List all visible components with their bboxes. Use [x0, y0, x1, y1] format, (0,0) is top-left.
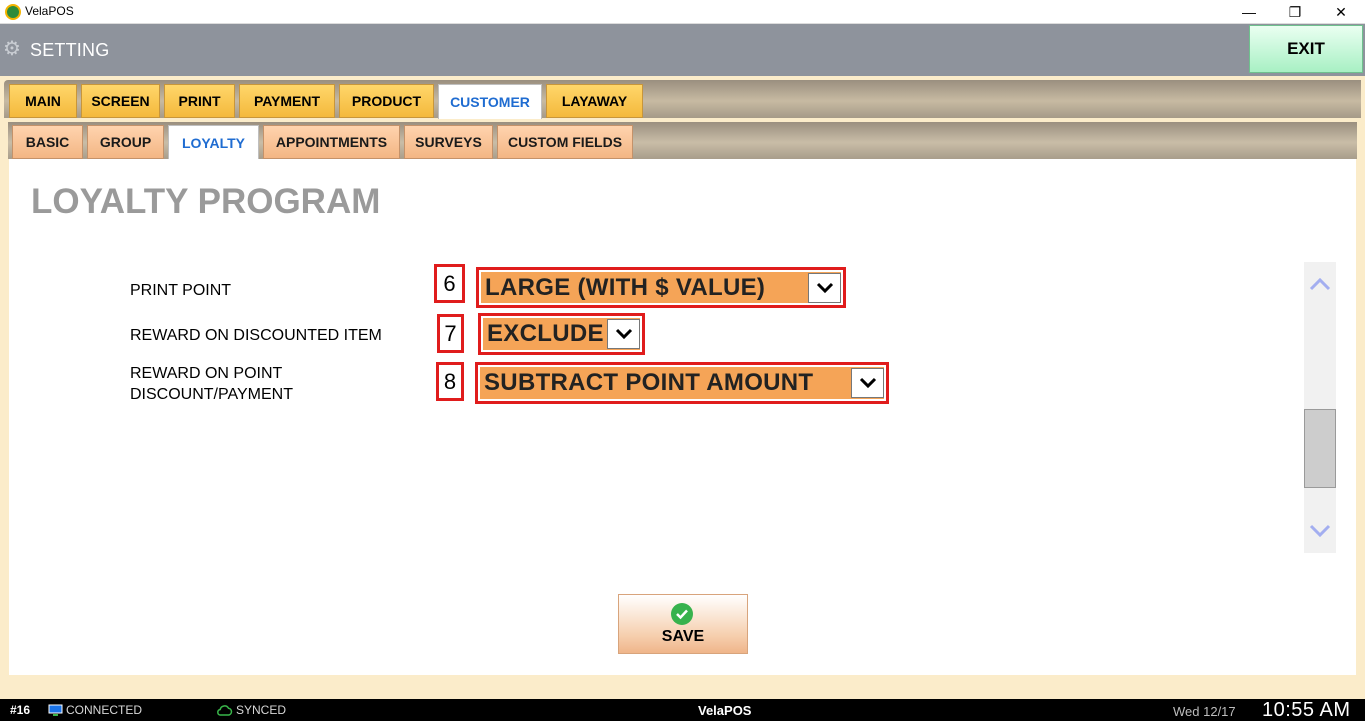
reward-discounted-highlight: EXCLUDE — [478, 313, 645, 355]
chevron-down-icon[interactable] — [851, 368, 884, 398]
minimize-button[interactable]: — — [1226, 0, 1272, 24]
reward-point-value: SUBTRACT POINT AMOUNT — [484, 369, 814, 396]
tab-surveys[interactable]: SURVEYS — [404, 125, 493, 159]
checkmark-icon — [671, 603, 693, 625]
station-number: #16 — [10, 703, 31, 717]
chevron-down-icon[interactable] — [808, 272, 841, 303]
close-button[interactable]: ✕ — [1318, 0, 1364, 24]
exit-button[interactable]: EXIT — [1249, 25, 1363, 73]
sync-status: SYNCED — [236, 703, 287, 717]
tab-group[interactable]: GROUP — [87, 125, 164, 159]
tab-layaway[interactable]: LAYAWAY — [546, 84, 643, 118]
scrollbar-track[interactable] — [1304, 262, 1336, 553]
tab-payment[interactable]: PAYMENT — [239, 84, 335, 118]
tab-screen[interactable]: SCREEN — [81, 84, 160, 118]
scroll-up-icon[interactable] — [1304, 268, 1336, 300]
save-button[interactable]: SAVE — [618, 594, 748, 654]
scrollbar-thumb[interactable] — [1304, 409, 1336, 488]
tab-product[interactable]: PRODUCT — [339, 84, 434, 118]
callout-marker-8: 8 — [436, 362, 464, 401]
reward-discounted-label: REWARD ON DISCOUNTED ITEM — [130, 327, 382, 344]
reward-point-label-line1: REWARD ON POINT — [130, 365, 283, 382]
print-point-dropdown[interactable]: LARGE (WITH $ VALUE) — [481, 272, 841, 303]
chevron-down-icon[interactable] — [607, 319, 640, 349]
tab-loyalty[interactable]: LOYALTY — [168, 125, 259, 159]
callout-marker-7: 7 — [437, 314, 464, 353]
reward-discounted-value: EXCLUDE — [487, 320, 604, 347]
header-title: SETTING — [30, 40, 110, 60]
callout-marker-6: 6 — [434, 264, 465, 303]
scroll-down-icon[interactable] — [1304, 515, 1336, 547]
reward-point-highlight: SUBTRACT POINT AMOUNT — [475, 362, 889, 404]
cloud-icon — [216, 699, 233, 721]
tab-main[interactable]: MAIN — [9, 84, 77, 118]
connection-status: CONNECTED — [66, 703, 143, 717]
status-date: Wed 12/17 — [1173, 704, 1236, 719]
tab-print[interactable]: PRINT — [164, 84, 235, 118]
monitor-icon — [48, 699, 63, 721]
brand-label: VelaPOS — [698, 702, 752, 718]
app-logo-icon — [5, 4, 21, 20]
reward-point-label-line2: DISCOUNT/PAYMENT — [130, 386, 293, 403]
tab-appointments[interactable]: APPOINTMENTS — [263, 125, 400, 159]
page-title: LOYALTY PROGRAM — [31, 182, 381, 221]
tab-basic[interactable]: BASIC — [12, 125, 83, 159]
reward-discounted-dropdown[interactable]: EXCLUDE — [483, 318, 640, 350]
print-point-highlight: LARGE (WITH $ VALUE) — [476, 267, 846, 308]
gear-icon: ⚙ — [3, 38, 21, 60]
window-title: VelaPOS — [25, 4, 74, 18]
status-time: 10:55 AM — [1262, 698, 1351, 721]
app-header — [0, 24, 1365, 76]
print-point-value: LARGE (WITH $ VALUE) — [485, 273, 766, 301]
status-bar: #16 CONNECTED SYNCED VelaPOS Wed 12/17 1… — [0, 699, 1365, 721]
tab-customer[interactable]: CUSTOMER — [438, 84, 542, 119]
tab-custom-fields[interactable]: CUSTOM FIELDS — [497, 125, 633, 159]
print-point-label: PRINT POINT — [130, 282, 232, 299]
reward-point-dropdown[interactable]: SUBTRACT POINT AMOUNT — [480, 367, 884, 399]
restore-button[interactable]: ❐ — [1272, 0, 1318, 24]
title-bar — [0, 0, 1365, 24]
save-label: SAVE — [661, 628, 705, 645]
